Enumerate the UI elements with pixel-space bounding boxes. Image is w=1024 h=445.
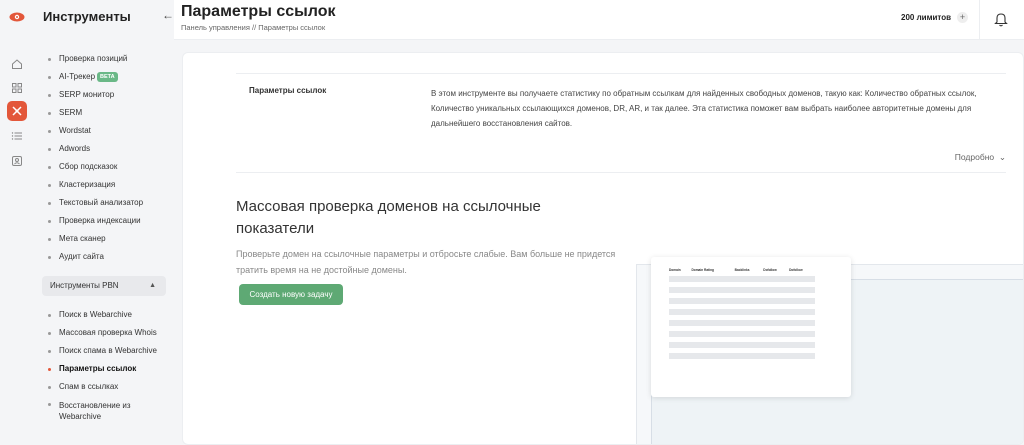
bullet-icon <box>48 147 51 151</box>
create-task-button[interactable]: Создать новую задачу <box>239 284 343 305</box>
hero-description: Проверьте домен на ссылочные параметры и… <box>236 249 616 275</box>
hero-title: Массовая проверка доменов на ссылочные п… <box>236 198 541 237</box>
tools-sidebar: Инструменты ← Проверка позиций AI-Трекер… <box>34 0 174 445</box>
sidebar-item-whois[interactable]: Массовая проверка Whois <box>34 324 174 342</box>
contact-icon[interactable] <box>7 151 27 171</box>
bullet-icon <box>48 129 51 133</box>
bullet-icon <box>48 219 51 223</box>
preview-col-dofollow-2: Dofollow <box>789 268 803 272</box>
preview-col-dofollow: Dofollow <box>763 268 777 272</box>
sidebar-item-wordstat[interactable]: Wordstat <box>34 122 174 140</box>
sidebar-title: Инструменты <box>43 9 131 24</box>
logo-eye-icon[interactable] <box>9 11 25 23</box>
tools-list: Проверка позиций AI-Трекер BETA SERP мони… <box>34 50 174 266</box>
bullet-icon <box>48 183 51 187</box>
sidebar-item-webarchive-spam[interactable]: Поиск спама в Webarchive <box>34 342 174 360</box>
limits-label: 200 лимитов <box>901 13 952 22</box>
more-label: Подробно <box>954 152 995 162</box>
bullet-icon <box>48 165 51 169</box>
sidebar-item-clustering[interactable]: Кластеризация <box>34 176 174 194</box>
pbn-tools-list: Поиск в Webarchive Массовая проверка Who… <box>34 306 174 428</box>
page-title: Параметры ссылок <box>181 3 336 20</box>
main-content-card: Параметры ссылок В этом инструменте вы п… <box>182 52 1024 445</box>
sidebar-item-positions[interactable]: Проверка позиций <box>34 50 174 68</box>
pbn-group-label: Инструменты PBN <box>50 281 119 290</box>
more-toggle[interactable]: Подробно ⌄ <box>955 152 1006 163</box>
sidebar-item-serm[interactable]: SERM <box>34 104 174 122</box>
preview-col-backlinks: Backlinks <box>734 268 750 272</box>
sidebar-item-webarchive-restore[interactable]: Восстановление из Webarchive <box>34 396 174 428</box>
bullet-icon <box>48 403 51 406</box>
add-limits-button[interactable]: + <box>957 12 969 23</box>
info-description: В этом инструменте вы получаете статисти… <box>431 89 977 128</box>
sidebar-item-serp-monitor[interactable]: SERP монитор <box>34 86 174 104</box>
sidebar-item-site-audit[interactable]: Аудит сайта <box>34 248 174 266</box>
bell-icon[interactable] <box>994 11 1008 27</box>
header-divider <box>979 0 980 39</box>
pbn-group-toggle[interactable]: Инструменты PBN ▲ <box>42 276 166 296</box>
info-label: Параметры ссылок <box>249 86 327 95</box>
chevron-up-icon: ▲ <box>149 282 156 289</box>
bullet-icon <box>48 385 51 389</box>
bullet-icon <box>48 57 51 61</box>
list-icon[interactable] <box>7 126 27 146</box>
chevron-down-icon: ⌄ <box>996 152 1006 162</box>
tool-info-panel: Параметры ссылок В этом инструменте вы п… <box>236 73 1006 173</box>
bullet-icon <box>48 237 51 241</box>
bullet-icon <box>48 331 51 335</box>
sidebar-item-meta-scanner[interactable]: Мета сканер <box>34 230 174 248</box>
preview-table-rows <box>669 276 815 364</box>
preview-col-dr: Domain Rating <box>691 268 714 272</box>
preview-table-image: Domain Domain Rating Backlinks Dofollow … <box>651 257 851 397</box>
tools-icon[interactable] <box>7 101 27 121</box>
sidebar-item-text-analyzer[interactable]: Текстовый анализатор <box>34 194 174 212</box>
bullet-icon <box>48 111 51 115</box>
bullet-icon <box>48 201 51 205</box>
limits-counter: 200 лимитов + <box>901 12 969 23</box>
sidebar-item-adwords[interactable]: Adwords <box>34 140 174 158</box>
beta-badge: BETA <box>97 72 118 82</box>
sidebar-item-index-check[interactable]: Проверка индексации <box>34 212 174 230</box>
icon-rail <box>0 0 34 445</box>
bullet-icon <box>48 313 51 317</box>
sidebar-item-link-spam[interactable]: Спам в ссылках <box>34 378 174 396</box>
bullet-icon <box>48 367 51 371</box>
bullet-icon <box>48 93 51 97</box>
table-row <box>669 359 815 365</box>
sidebar-item-ai-tracker[interactable]: AI-Трекер BETA <box>34 68 174 86</box>
sidebar-item-suggestions[interactable]: Сбор подсказок <box>34 158 174 176</box>
collapse-arrow-icon[interactable]: ← <box>162 8 174 22</box>
bullet-icon <box>48 349 51 353</box>
preview-col-domain: Domain <box>669 268 681 272</box>
sidebar-item-link-params[interactable]: Параметры ссылок <box>34 360 174 378</box>
page-header: Параметры ссылок Панель управления // Па… <box>174 0 1024 40</box>
breadcrumb[interactable]: Панель управления // Параметры ссылок <box>181 23 325 32</box>
sidebar-item-webarchive-search[interactable]: Поиск в Webarchive <box>34 306 174 324</box>
bullet-icon <box>48 75 51 79</box>
grid-icon[interactable] <box>7 78 27 98</box>
home-icon[interactable] <box>7 54 27 74</box>
bullet-icon <box>48 255 51 259</box>
